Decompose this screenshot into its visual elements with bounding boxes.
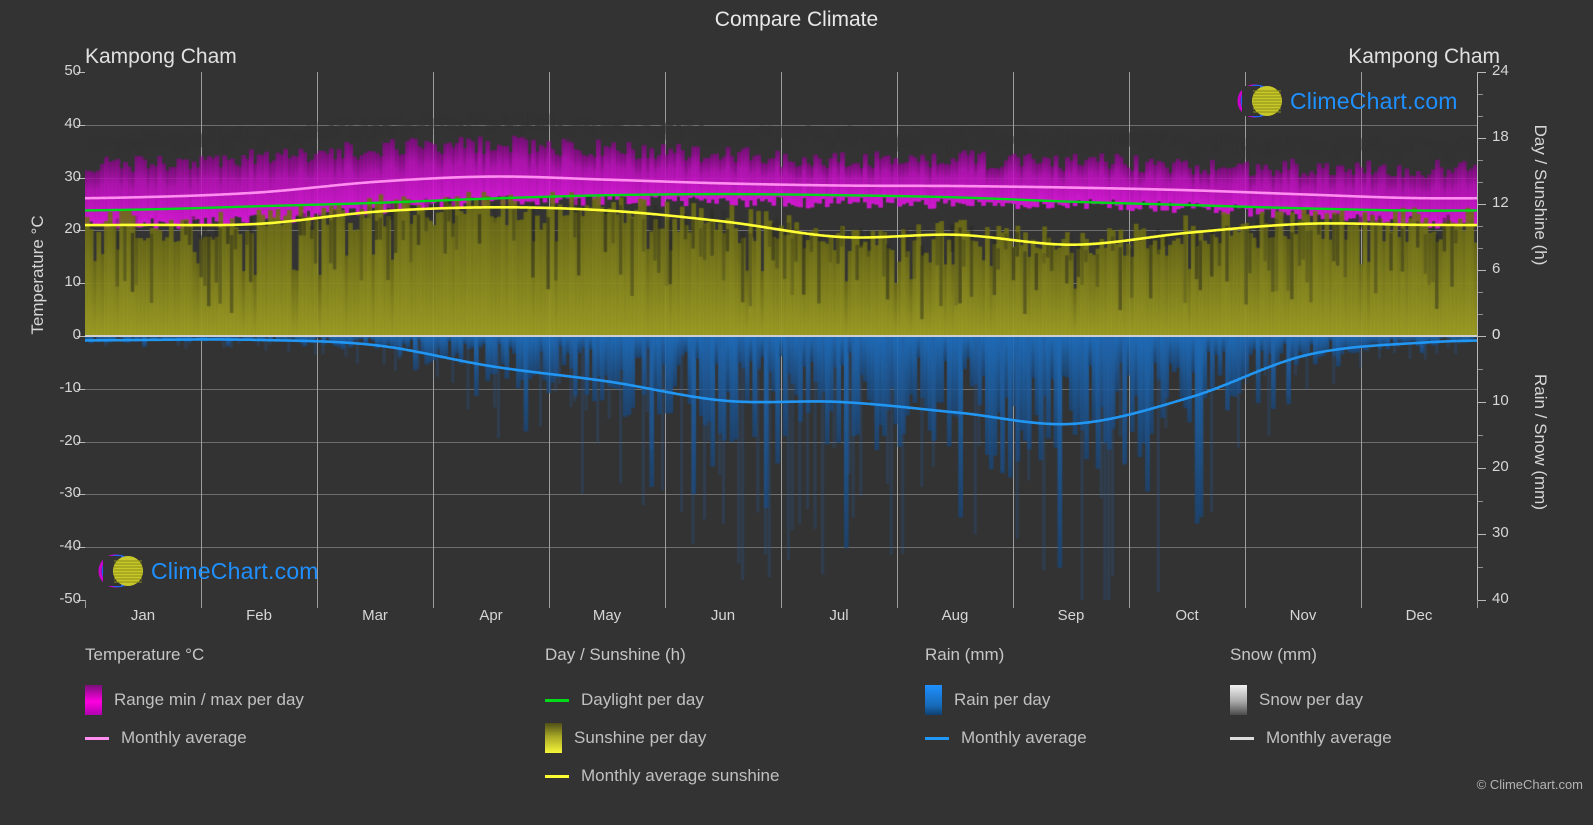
legend-group-snow: Snow (mm) Snow per day Monthly average — [1230, 645, 1392, 757]
zero-baseline — [85, 335, 1477, 337]
x-tick-label-month: Mar — [362, 607, 388, 624]
tick-mark-right — [1478, 270, 1486, 271]
x-tick-label-month: Aug — [941, 607, 969, 624]
legend-item-daylight[interactable]: Daylight per day — [545, 681, 779, 719]
legend-heading-snow: Snow (mm) — [1230, 645, 1317, 664]
legend-label-rain-per-day: Rain per day — [954, 690, 1051, 709]
watermark-logo-top: ClimeChart.com — [1234, 80, 1458, 122]
x-tick-label-month: May — [592, 607, 622, 624]
y-tick-label-temperature: -50 — [59, 590, 81, 607]
tick-mark-right-minor — [1478, 182, 1483, 183]
x-tick-label-month: Oct — [1175, 607, 1199, 624]
y-tick-label-rain-snow: 40 — [1492, 590, 1509, 607]
y-axis-title-temperature: Temperature °C — [28, 215, 47, 335]
rain-swatch — [925, 685, 942, 715]
legend-label-avg-sunshine: Monthly average sunshine — [581, 766, 780, 785]
x-tick-label-month: Nov — [1289, 607, 1317, 624]
legend-item-temp-range[interactable]: Range min / max per day — [85, 681, 304, 719]
legend-group-day-sunshine: Day / Sunshine (h) Daylight per day Suns… — [545, 645, 779, 795]
location-label-left: Kampong Cham — [85, 45, 237, 68]
legend-label-temp-range: Range min / max per day — [114, 690, 304, 709]
legend-item-snow-per-day[interactable]: Snow per day — [1230, 681, 1392, 719]
tick-mark-right — [1478, 534, 1486, 535]
tick-mark-right-minor — [1478, 567, 1483, 568]
legend-label-rain-average: Monthly average — [961, 728, 1087, 747]
plot-area — [85, 72, 1477, 600]
tick-mark-right — [1478, 138, 1486, 139]
legend-label-daylight: Daylight per day — [581, 690, 704, 709]
legend-label-sunshine: Sunshine per day — [574, 728, 707, 747]
legend-label-snow-per-day: Snow per day — [1259, 690, 1363, 709]
legend-heading-rain: Rain (mm) — [925, 645, 1005, 664]
watermark-brand-text-top: ClimeChart.com — [1290, 87, 1458, 114]
y-tick-label-temperature: -20 — [59, 431, 81, 449]
legend: Temperature °C Range min / max per day M… — [0, 645, 1593, 825]
line-daylight-per-day — [85, 194, 1477, 211]
y-axis-title-rain-snow: Rain / Snow (mm) — [1531, 373, 1550, 511]
line-average-rain — [85, 339, 1477, 424]
x-tick-label-month: Apr — [479, 607, 503, 624]
legend-item-temp-average[interactable]: Monthly average — [85, 719, 304, 757]
tick-mark-right-minor — [1478, 435, 1483, 436]
legend-label-snow-average: Monthly average — [1266, 728, 1392, 747]
tick-mark-right — [1478, 468, 1486, 469]
tick-mark-right-minor — [1478, 501, 1483, 502]
tick-mark-right — [1478, 402, 1486, 403]
copyright-text: © ClimeChart.com — [1476, 777, 1583, 792]
rain-average-line-swatch — [925, 736, 949, 740]
climechart-logo-icon — [98, 554, 143, 588]
legend-group-rain: Rain (mm) Rain per day Monthly average — [925, 645, 1087, 757]
legend-heading-temperature: Temperature °C — [85, 645, 205, 664]
x-tick-label-month: Feb — [246, 607, 272, 624]
y-axis-title-day-sunshine: Day / Sunshine (h) — [1531, 124, 1550, 266]
average-sunshine-line-swatch — [545, 774, 569, 778]
y-tick-label-rain-snow: 0 — [1492, 326, 1501, 343]
page-title: Compare Climate — [714, 8, 879, 31]
tick-mark-right-minor — [1478, 94, 1483, 95]
tick-mark-right-minor — [1478, 160, 1483, 161]
y-tick-label-day-sunshine: 24 — [1492, 62, 1509, 79]
y-tick-label-temperature: 40 — [64, 114, 81, 132]
tick-mark-right-minor — [1478, 292, 1483, 293]
temperature-range-swatch — [85, 685, 102, 715]
x-tick-label-month: Jul — [829, 607, 849, 624]
tick-mark-right-minor — [1478, 248, 1483, 249]
x-tick-label-month: Dec — [1405, 607, 1433, 624]
legend-label-temp-average: Monthly average — [121, 728, 247, 747]
location-label-right: Kampong Cham — [1348, 45, 1500, 68]
legend-group-temperature: Temperature °C Range min / max per day M… — [85, 645, 304, 757]
daylight-line-swatch — [545, 698, 569, 702]
tick-mark-right-minor — [1478, 369, 1483, 370]
sunshine-swatch — [545, 723, 562, 753]
tick-mark-right — [1478, 600, 1486, 601]
y-tick-label-temperature: -40 — [59, 537, 81, 555]
x-tick-label-month: Sep — [1057, 607, 1085, 624]
legend-item-snow-average[interactable]: Monthly average — [1230, 719, 1392, 757]
watermark-logo-bottom: ClimeChart.com — [95, 550, 319, 592]
tick-mark-right-minor — [1478, 116, 1483, 117]
climate-chart-page: Compare Climate Kampong Cham Kampong Cha… — [0, 0, 1593, 825]
x-tick-label-month: Jan — [130, 607, 156, 624]
legend-item-sunshine[interactable]: Sunshine per day — [545, 719, 779, 757]
legend-item-rain-average[interactable]: Monthly average — [925, 719, 1087, 757]
temperature-average-line-swatch — [85, 736, 109, 740]
y-tick-label-temperature: 50 — [64, 62, 81, 79]
y-tick-label-temperature: -30 — [59, 484, 81, 502]
tick-mark-right-minor — [1478, 226, 1483, 227]
climechart-logo-icon — [1237, 84, 1282, 118]
watermark-brand-text-bottom: ClimeChart.com — [151, 557, 319, 584]
line-average-sunshine — [85, 207, 1477, 244]
snow-average-line-swatch — [1230, 736, 1254, 740]
tick-mark-right — [1478, 336, 1486, 337]
snow-swatch — [1230, 685, 1247, 715]
legend-item-avg-sunshine[interactable]: Monthly average sunshine — [545, 757, 779, 795]
legend-item-rain-per-day[interactable]: Rain per day — [925, 681, 1087, 719]
x-tick-label-month: Jun — [710, 607, 736, 624]
tick-mark-right — [1478, 72, 1486, 73]
y-tick-label-temperature: -10 — [59, 378, 81, 396]
tick-mark-right-minor — [1478, 314, 1483, 315]
legend-heading-day-sunshine: Day / Sunshine (h) — [545, 645, 686, 664]
tick-mark-right — [1478, 204, 1486, 205]
